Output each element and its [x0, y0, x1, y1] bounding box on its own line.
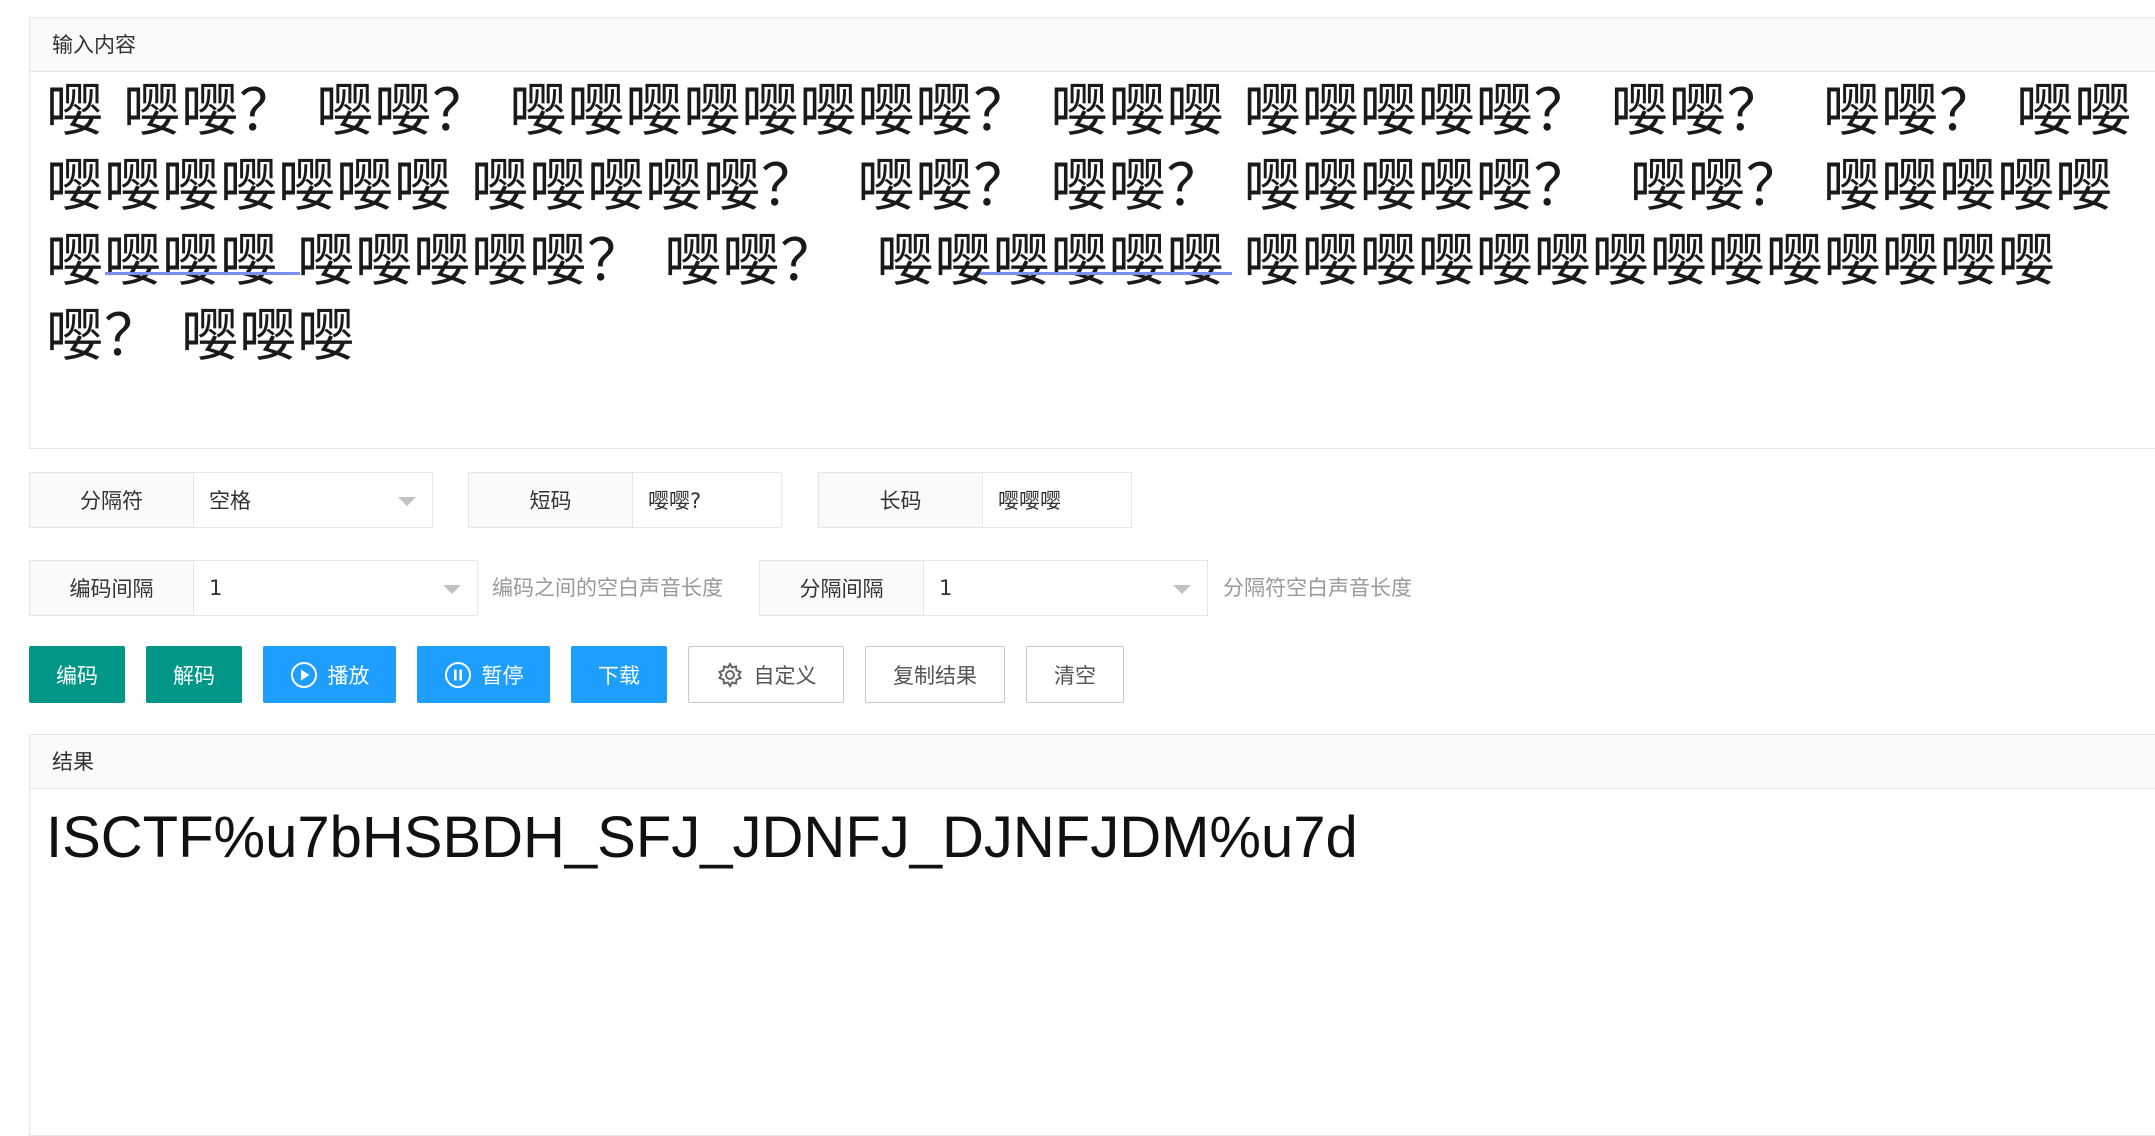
- code-interval-label: 编码间隔: [30, 561, 194, 615]
- download-label: 下载: [598, 663, 640, 688]
- sep-interval-label: 分隔间隔: [760, 561, 924, 615]
- short-code-field[interactable]: 短码 嘤嘤?: [468, 472, 782, 528]
- gear-icon: [716, 661, 744, 689]
- encode-button[interactable]: 编码: [29, 646, 125, 703]
- play-label: 播放: [327, 663, 370, 688]
- chevron-down-icon: [398, 497, 416, 506]
- pause-button[interactable]: 暂停: [417, 646, 550, 703]
- copy-label: 复制结果: [893, 663, 977, 688]
- input-header: 输入内容: [30, 18, 2155, 72]
- spellcheck-underline: [980, 272, 1232, 275]
- long-code-label: 长码: [819, 473, 983, 527]
- encode-label: 编码: [56, 663, 98, 688]
- download-button[interactable]: 下载: [571, 646, 667, 703]
- play-button[interactable]: 播放: [263, 646, 396, 703]
- short-code-input[interactable]: 嘤嘤?: [633, 473, 781, 527]
- separator-value[interactable]: 空格: [194, 473, 432, 527]
- result-header: 结果: [30, 735, 2155, 789]
- decode-label: 解码: [173, 663, 215, 688]
- copy-result-button[interactable]: 复制结果: [865, 646, 1005, 703]
- pause-circle-icon: [444, 661, 472, 689]
- decode-button[interactable]: 解码: [146, 646, 242, 703]
- code-interval-select[interactable]: 编码间隔 1: [29, 560, 478, 616]
- input-textarea[interactable]: 嘤 嘤嘤？ 嘤嘤？ 嘤嘤嘤嘤嘤嘤嘤嘤？ 嘤嘤嘤 嘤嘤嘤嘤嘤？ 嘤嘤？ 嘤嘤？ 嘤…: [46, 72, 2145, 448]
- custom-button[interactable]: 自定义: [688, 646, 844, 703]
- custom-label: 自定义: [753, 663, 817, 688]
- input-panel: 输入内容 嘤 嘤嘤？ 嘤嘤？ 嘤嘤嘤嘤嘤嘤嘤嘤？ 嘤嘤嘤 嘤嘤嘤嘤嘤？ 嘤嘤？ …: [29, 17, 2155, 449]
- play-circle-icon: [290, 661, 318, 689]
- spellcheck-underline: [105, 272, 300, 275]
- short-code-label: 短码: [469, 473, 633, 527]
- sep-interval-hint: 分隔符空白声音长度: [1223, 576, 1412, 600]
- separator-selected: 空格: [209, 489, 251, 513]
- separator-label: 分隔符: [30, 473, 194, 527]
- clear-label: 清空: [1054, 663, 1096, 688]
- result-output[interactable]: ISCTF%u7bHSBDH_SFJ_JDNFJ_DJNFJDM%u7d: [46, 803, 2145, 873]
- code-interval-value[interactable]: 1: [194, 561, 477, 615]
- clear-button[interactable]: 清空: [1026, 646, 1124, 703]
- long-code-input[interactable]: 嘤嘤嘤: [983, 473, 1131, 527]
- chevron-down-icon: [443, 585, 461, 594]
- separator-select[interactable]: 分隔符 空格: [29, 472, 433, 528]
- code-interval-selected: 1: [209, 576, 223, 600]
- long-code-field[interactable]: 长码 嘤嘤嘤: [818, 472, 1132, 528]
- result-panel: 结果 ISCTF%u7bHSBDH_SFJ_JDNFJ_DJNFJDM%u7d: [29, 734, 2155, 1136]
- sep-interval-selected: 1: [939, 576, 953, 600]
- pause-label: 暂停: [481, 663, 524, 688]
- sep-interval-select[interactable]: 分隔间隔 1: [759, 560, 1208, 616]
- chevron-down-icon: [1173, 585, 1191, 594]
- code-interval-hint: 编码之间的空白声音长度: [492, 576, 723, 600]
- sep-interval-value[interactable]: 1: [924, 561, 1207, 615]
